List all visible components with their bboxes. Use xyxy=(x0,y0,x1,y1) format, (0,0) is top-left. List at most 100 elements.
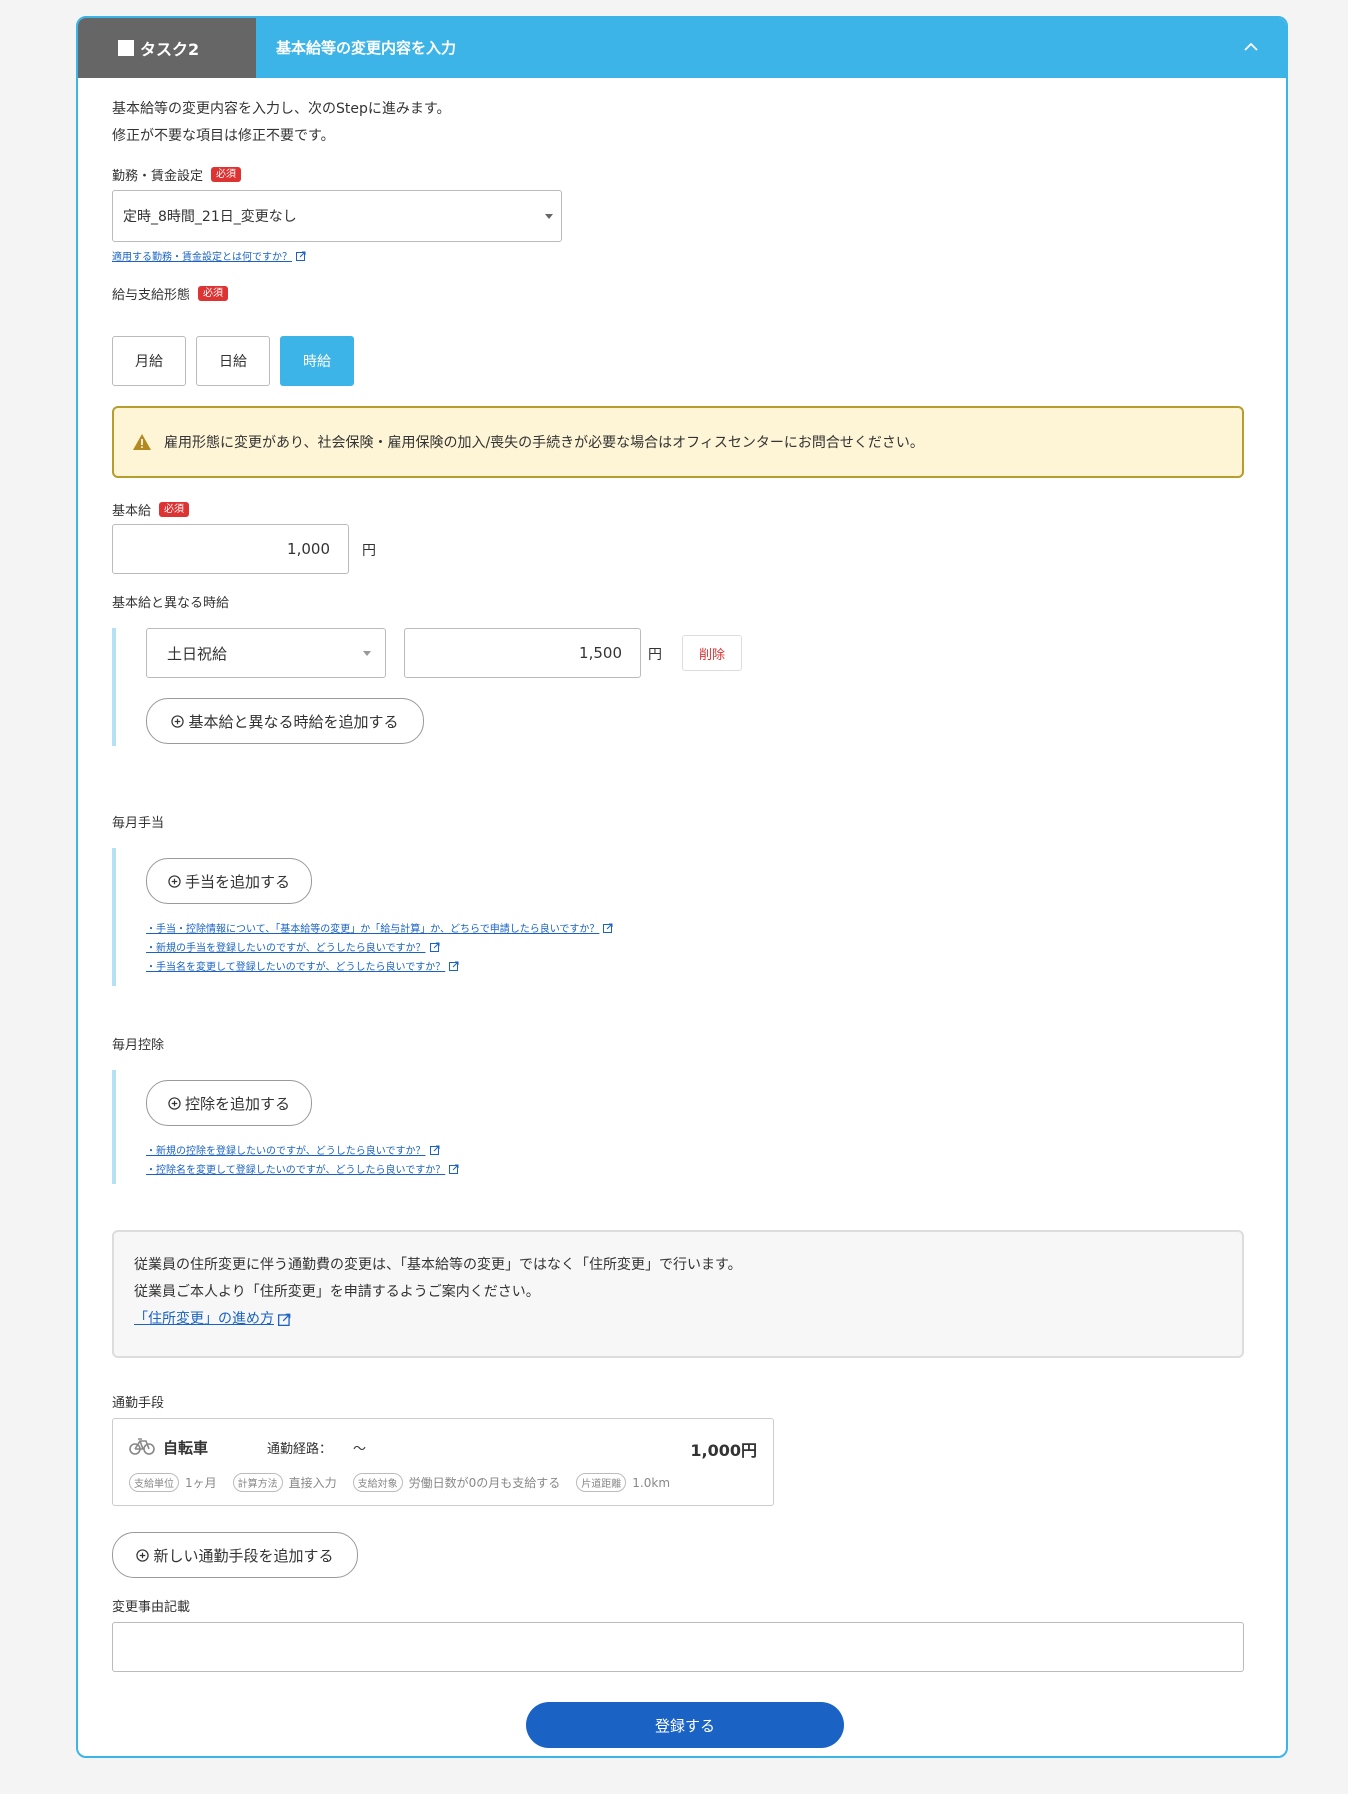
other-rate-type-select[interactable]: 土日祝給 xyxy=(146,628,386,678)
reason-input[interactable] xyxy=(112,1622,1244,1672)
pay-type-label-text: 給与支給形態 xyxy=(112,288,191,303)
commute-route: ～ xyxy=(353,1442,367,1457)
base-pay-input[interactable]: 1,000 xyxy=(112,524,349,574)
address-change-link[interactable]: 「住所変更」の進め方 xyxy=(134,1306,1242,1333)
work-setting-value: 定時_8時間_21日_変更なし xyxy=(123,209,297,225)
commute-meta: 支給単位 1ヶ月 計算方法 直接入力 支給対象 労働日数が0の月も支給する 片道… xyxy=(129,1473,670,1492)
external-link-icon xyxy=(296,251,306,261)
panel-title: 基本給等の変更内容を入力 xyxy=(276,39,457,57)
warning-box: 雇用形態に変更があり、社会保険・雇用保険の加入/喪失の手続きが必要な場合はオフィ… xyxy=(112,406,1244,478)
deduction-help-text-2: ・控除名を変更して登録したいのですが、どうしたら良いですか？ xyxy=(146,1165,446,1176)
address-change-link-text: 「住所変更」の進め方 xyxy=(134,1311,274,1327)
external-link-icon xyxy=(429,1145,439,1155)
commute-value-unit: 1ヶ月 xyxy=(185,1476,217,1490)
caret-down-icon xyxy=(545,214,553,219)
allowance-bar xyxy=(112,848,116,986)
other-rate-unit: 円 xyxy=(648,647,662,663)
base-pay-label-text: 基本給 xyxy=(112,504,152,519)
commute-card[interactable]: 自転車 通勤経路： ～ 1,000円 支給単位 1ヶ月 計算方法 直接入力 支給… xyxy=(112,1418,774,1506)
warning-text: 雇用形態に変更があり、社会保険・雇用保険の加入/喪失の手続きが必要な場合はオフィ… xyxy=(164,435,924,451)
add-deduction-button[interactable]: 控除を追加する xyxy=(146,1080,312,1126)
intro-line-2: 修正が不要な項目は修正不要です。 xyxy=(112,128,335,144)
add-allowance-label: 手当を追加する xyxy=(184,872,290,891)
allowance-label: 毎月手当 xyxy=(112,812,164,831)
panel-header[interactable]: タスク2 基本給等の変更内容を入力 xyxy=(78,18,1286,78)
allowance-help-link-2[interactable]: ・新規の手当を登録したいのですが、どうしたら良いですか？ xyxy=(146,939,440,954)
warning-icon xyxy=(133,434,151,450)
task-panel: タスク2 基本給等の変更内容を入力 基本給等の変更内容を入力し、次のStepに進… xyxy=(76,16,1288,1758)
commute-tag-unit: 支給単位 xyxy=(129,1473,179,1492)
pay-type-label: 給与支給形態 必須 xyxy=(112,284,229,303)
intro-line-1: 基本給等の変更内容を入力し、次のStepに進みます。 xyxy=(112,101,451,117)
deduction-help-link-2[interactable]: ・控除名を変更して登録したいのですが、どうしたら良いですか？ xyxy=(146,1161,459,1176)
plus-circle-icon xyxy=(171,714,185,728)
add-other-rate-button[interactable]: 基本給と異なる時給を追加する xyxy=(146,698,424,744)
commute-value-target: 労働日数が0の月も支給する xyxy=(408,1476,561,1490)
address-notice-line-2: 従業員ご本人より「住所変更」を申請するようご案内ください。 xyxy=(134,1284,540,1300)
other-rates-label: 基本給と異なる時給 xyxy=(112,592,229,611)
address-notice-line-1: 従業員の住所変更に伴う通勤費の変更は、「基本給等の変更」ではなく「住所変更」で行… xyxy=(134,1257,742,1273)
bicycle-icon xyxy=(129,1438,155,1455)
add-commute-button[interactable]: 新しい通勤手段を追加する xyxy=(112,1532,358,1578)
pay-type-daily[interactable]: 日給 xyxy=(196,336,270,386)
required-badge: 必須 xyxy=(198,286,229,301)
chevron-up-icon[interactable] xyxy=(1242,38,1260,56)
work-setting-select[interactable]: 定時_8時間_21日_変更なし xyxy=(112,190,562,242)
add-other-rate-label: 基本給と異なる時給を追加する xyxy=(188,712,399,731)
allowance-help-link-3[interactable]: ・手当名を変更して登録したいのですが、どうしたら良いですか？ xyxy=(146,958,459,973)
external-link-icon xyxy=(603,923,613,933)
required-badge: 必須 xyxy=(159,502,190,517)
external-link-icon xyxy=(449,1164,459,1174)
plus-circle-icon xyxy=(136,1548,150,1562)
work-setting-label: 勤務・賃金設定 必須 xyxy=(112,165,242,184)
caret-down-icon xyxy=(363,651,371,656)
allowance-help-text-2: ・新規の手当を登録したいのですが、どうしたら良いですか？ xyxy=(146,943,426,954)
task-checkbox-icon xyxy=(118,40,134,56)
intro-text: 基本給等の変更内容を入力し、次のStepに進みます。 修正が不要な項目は修正不要… xyxy=(112,96,450,150)
commute-amount: 1,000円 xyxy=(690,1441,757,1460)
commute-mode: 自転車 xyxy=(163,1439,209,1457)
address-notice-box: 従業員の住所変更に伴う通勤費の変更は、「基本給等の変更」ではなく「住所変更」で行… xyxy=(112,1230,1244,1358)
required-badge: 必須 xyxy=(211,167,242,182)
reason-label-text: 変更事由記載 xyxy=(112,1600,191,1615)
plus-circle-icon xyxy=(168,874,181,888)
add-deduction-label: 控除を追加する xyxy=(184,1094,290,1113)
plus-circle-icon xyxy=(168,1096,181,1110)
reason-label: 変更事由記載 xyxy=(112,1596,190,1615)
commute-tag-distance: 片道距離 xyxy=(576,1473,627,1492)
add-commute-label: 新しい通勤手段を追加する xyxy=(153,1546,334,1565)
commute-label-text: 通勤手段 xyxy=(112,1396,165,1411)
commute-value-method: 直接入力 xyxy=(288,1476,337,1490)
pay-type-monthly[interactable]: 月給 xyxy=(112,336,186,386)
pay-type-hourly[interactable]: 時給 xyxy=(280,336,354,386)
commute-route-label: 通勤経路： xyxy=(267,1442,333,1457)
task-tab: タスク2 xyxy=(78,18,256,78)
allowance-help-link-1[interactable]: ・手当・控除情報について、「基本給等の変更」か「給与計算」か、どちらで申請したら… xyxy=(146,920,613,935)
delete-rate-button[interactable]: 削除 xyxy=(682,635,742,671)
deduction-help-text-1: ・新規の控除を登録したいのですが、どうしたら良いですか？ xyxy=(146,1146,426,1157)
commute-value-distance: 1.0km xyxy=(632,1475,671,1490)
external-link-icon xyxy=(429,942,439,952)
base-pay-label: 基本給 必須 xyxy=(112,500,190,519)
deduction-label: 毎月控除 xyxy=(112,1034,164,1053)
allowance-label-text: 毎月手当 xyxy=(112,816,165,831)
other-rates-bar xyxy=(112,628,116,746)
work-setting-help-text: 適用する勤務・賃金設定とは何ですか？ xyxy=(112,252,292,263)
commute-tag-target: 支給対象 xyxy=(352,1473,403,1492)
work-setting-help-link[interactable]: 適用する勤務・賃金設定とは何ですか？ xyxy=(112,248,306,263)
external-link-icon xyxy=(278,1313,291,1326)
deduction-help-link-1[interactable]: ・新規の控除を登録したいのですが、どうしたら良いですか？ xyxy=(146,1142,440,1157)
task-label: タスク2 xyxy=(140,40,200,59)
allowance-help-text-3: ・手当名を変更して登録したいのですが、どうしたら良いですか？ xyxy=(146,962,446,973)
deduction-label-text: 毎月控除 xyxy=(112,1038,165,1053)
work-setting-label-text: 勤務・賃金設定 xyxy=(112,169,204,184)
other-rate-type-value: 土日祝給 xyxy=(167,644,228,663)
other-rates-label-text: 基本給と異なる時給 xyxy=(112,596,230,611)
base-pay-unit: 円 xyxy=(362,543,376,559)
other-rate-value-input[interactable]: 1,500 xyxy=(404,628,641,678)
submit-button[interactable]: 登録する xyxy=(526,1702,844,1748)
add-allowance-button[interactable]: 手当を追加する xyxy=(146,858,312,904)
commute-label: 通勤手段 xyxy=(112,1392,164,1411)
external-link-icon xyxy=(449,961,459,971)
allowance-help-text-1: ・手当・控除情報について、「基本給等の変更」か「給与計算」か、どちらで申請したら… xyxy=(146,924,600,935)
